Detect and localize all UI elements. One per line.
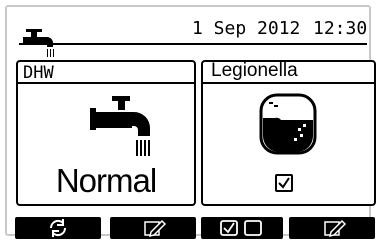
checkbox-toggle-icon (220, 220, 262, 236)
dhw-title-bar: DHW (18, 62, 194, 84)
dhw-title: DHW (23, 63, 54, 83)
hot-water-tap-icon (23, 29, 54, 57)
water-tank-icon (259, 93, 317, 155)
function-button-1[interactable] (15, 217, 101, 239)
date-display: 1 Sep 2012 (192, 18, 301, 39)
function-button-4[interactable] (289, 217, 375, 239)
edit-icon (324, 219, 347, 238)
dhw-mode-value: Normal (55, 162, 157, 199)
dhw-panel[interactable]: DHW Normal (16, 60, 196, 206)
controller-display: 1 Sep 2012 12:30 DHW Normal Legionella (5, 5, 376, 239)
legionella-enabled-checkbox[interactable] (275, 174, 293, 192)
header-divider (19, 43, 367, 45)
hot-water-tap-icon (90, 96, 150, 156)
function-button-3[interactable] (201, 217, 283, 239)
legionella-title-bar: Legionella (203, 60, 374, 84)
legionella-panel[interactable]: Legionella (201, 60, 376, 206)
function-button-2[interactable] (110, 217, 196, 239)
check-mark-icon (278, 177, 290, 189)
time-display: 12:30 (313, 18, 368, 39)
status-bar: 1 Sep 2012 12:30 (7, 7, 373, 57)
legionella-title: Legionella (211, 60, 298, 81)
refresh-icon (49, 219, 67, 237)
edit-icon (144, 219, 167, 238)
